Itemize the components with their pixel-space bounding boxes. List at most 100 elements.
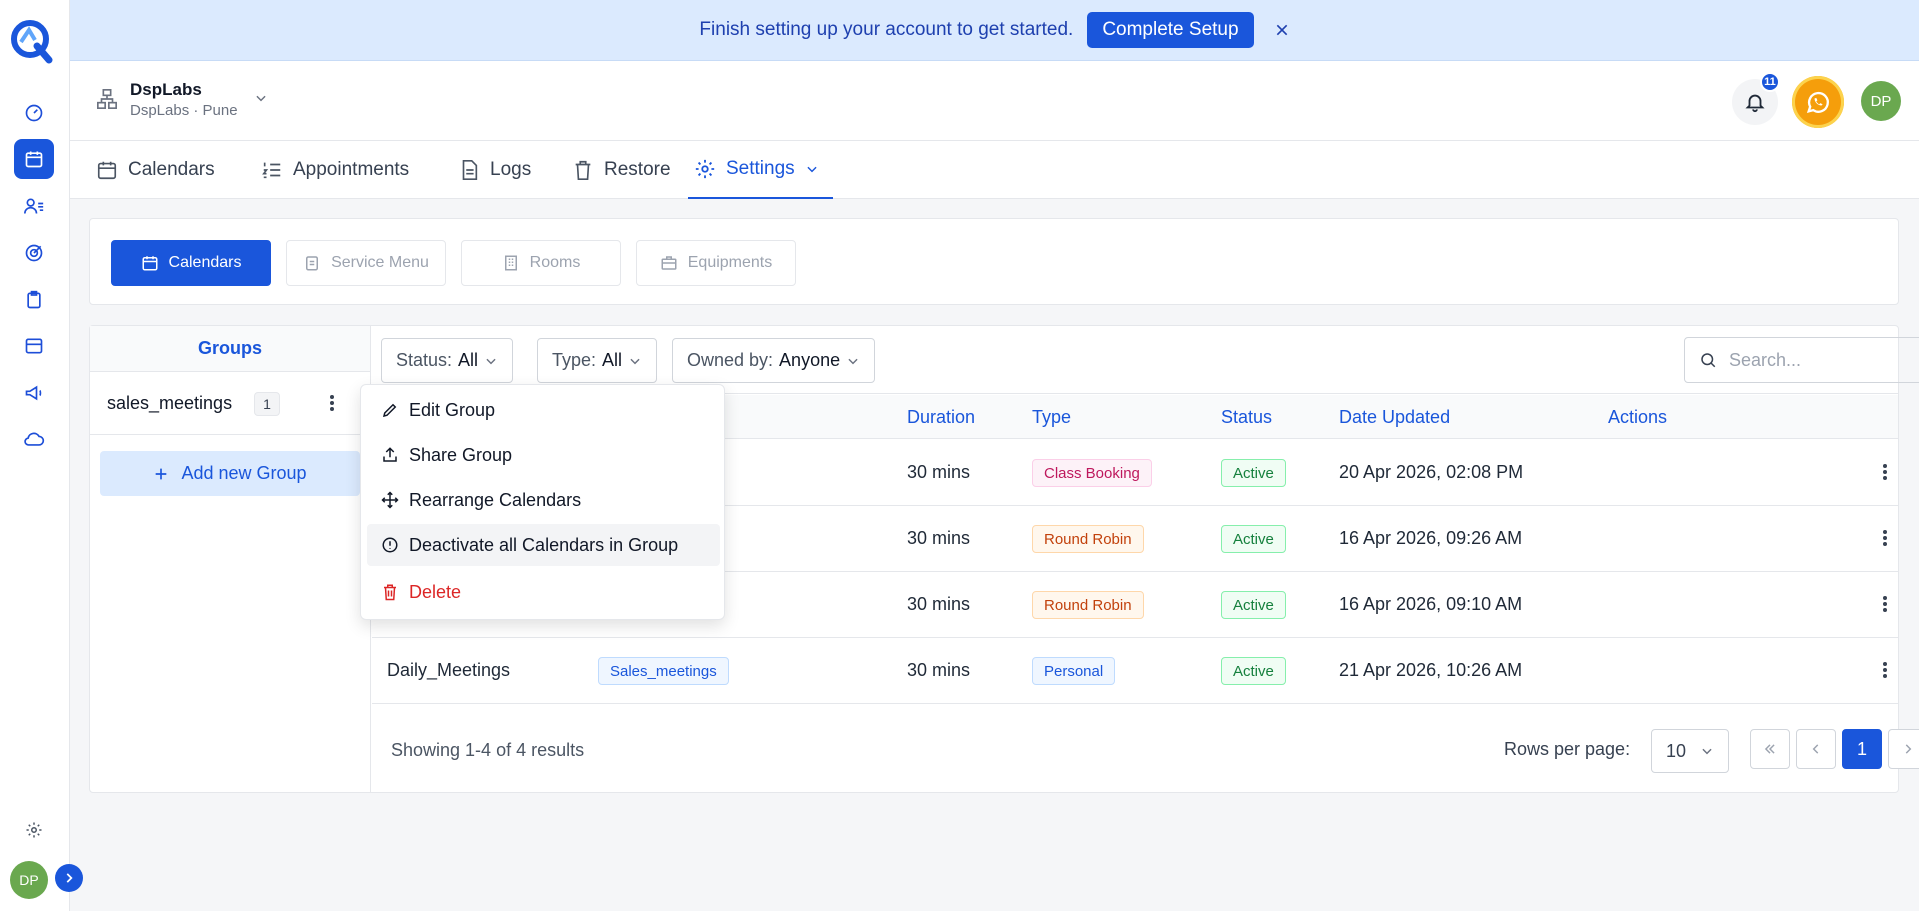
user-avatar[interactable]: DP xyxy=(10,861,48,899)
owner-filter-dropdown[interactable]: Owned by: Anyone xyxy=(672,338,876,383)
tab-logs[interactable]: Logs xyxy=(458,141,531,199)
app-logo-icon[interactable] xyxy=(9,18,55,64)
trash-icon xyxy=(381,583,399,601)
subtab-equipments[interactable]: Equipments xyxy=(636,240,796,286)
prev-page-button[interactable] xyxy=(1796,729,1836,769)
date-cell: 16 Apr 2026, 09:10 AM xyxy=(1339,594,1523,614)
clipboard-icon[interactable] xyxy=(14,280,54,320)
subtab-service-menu[interactable]: Service Menu xyxy=(286,240,446,286)
tab-label: Restore xyxy=(604,159,671,180)
menu-item-deactivate-all[interactable]: Deactivate all Calendars in Group xyxy=(367,524,720,566)
subtab-rooms[interactable]: Rooms xyxy=(461,240,621,286)
tab-label: Appointments xyxy=(293,159,410,180)
search-input[interactable] xyxy=(1729,349,1899,371)
calendar-icon xyxy=(141,254,159,272)
status-badge: Active xyxy=(1221,591,1286,619)
alert-circle-icon xyxy=(381,536,399,554)
org-structure-icon xyxy=(96,88,118,110)
chevron-down-icon xyxy=(628,354,642,368)
group-name: sales_meetings xyxy=(107,393,233,413)
results-count: Showing 1-4 of 4 results xyxy=(391,740,585,760)
settings-gear-icon[interactable] xyxy=(14,810,54,850)
more-vertical-icon[interactable] xyxy=(1882,660,1888,680)
tab-label: Calendars xyxy=(128,159,215,180)
plus-icon xyxy=(153,466,169,482)
duration-cell: 30 mins xyxy=(907,462,971,482)
chevron-down-icon xyxy=(1700,744,1714,758)
calendar-icon xyxy=(96,159,118,181)
inbox-icon[interactable] xyxy=(14,326,54,366)
whatsapp-icon[interactable] xyxy=(1792,76,1844,128)
close-icon[interactable] xyxy=(1274,22,1290,38)
calendar-icon[interactable] xyxy=(14,139,54,179)
cloud-icon[interactable] xyxy=(14,419,54,459)
table-footer: Showing 1-4 of 4 results Rows per page: … xyxy=(372,706,1919,792)
rows-per-page-label: Rows per page: xyxy=(1504,739,1631,759)
group-count-badge: 1 xyxy=(254,392,280,416)
table-row[interactable]: Daily_Meetings Sales_meetings 30 mins Pe… xyxy=(372,638,1898,704)
rows-per-page-select[interactable]: 10 xyxy=(1651,729,1729,773)
col-status[interactable]: Status xyxy=(1221,407,1272,428)
menu-item-rearrange-calendars[interactable]: Rearrange Calendars xyxy=(367,479,720,521)
megaphone-icon[interactable] xyxy=(14,373,54,413)
date-cell: 16 Apr 2026, 09:26 AM xyxy=(1339,528,1523,548)
contacts-icon[interactable] xyxy=(14,186,54,226)
menu-label: Delete xyxy=(409,581,462,602)
tab-restore[interactable]: Restore xyxy=(572,141,671,199)
tab-calendars[interactable]: Calendars xyxy=(96,141,215,199)
first-page-button[interactable] xyxy=(1750,729,1790,769)
filter-value: All xyxy=(458,350,479,370)
group-context-menu: Edit Group Share Group Rearrange Calenda… xyxy=(360,384,725,620)
subtab-label: Service Menu xyxy=(331,254,429,271)
type-filter-dropdown[interactable]: Type: All xyxy=(537,338,658,383)
duration-cell: 30 mins xyxy=(907,528,971,548)
chevron-down-icon xyxy=(484,354,498,368)
gear-icon xyxy=(694,158,716,180)
next-page-button[interactable] xyxy=(1888,729,1919,769)
complete-setup-button[interactable]: Complete Setup xyxy=(1087,12,1254,48)
calendar-name-cell[interactable]: Daily_Meetings xyxy=(387,660,510,681)
org-name[interactable]: DspLabs xyxy=(130,80,202,100)
col-type[interactable]: Type xyxy=(1032,407,1071,428)
menu-item-delete[interactable]: Delete xyxy=(367,571,720,613)
groups-title: Groups xyxy=(90,326,370,372)
page-number-button[interactable]: 1 xyxy=(1842,729,1882,769)
status-badge: Active xyxy=(1221,459,1286,487)
tab-appointments[interactable]: Appointments xyxy=(261,141,409,199)
more-vertical-icon[interactable] xyxy=(1882,462,1888,482)
more-vertical-icon[interactable] xyxy=(1882,528,1888,548)
add-new-group-button[interactable]: Add new Group xyxy=(100,451,360,496)
status-filter-dropdown[interactable]: Status: All xyxy=(381,338,514,383)
chevron-down-icon[interactable] xyxy=(254,91,268,105)
menu-item-edit-group[interactable]: Edit Group xyxy=(367,389,720,431)
more-vertical-icon[interactable] xyxy=(329,393,335,413)
toolbox-icon xyxy=(660,254,678,272)
subtab-label: Calendars xyxy=(168,254,242,271)
subtab-label: Equipments xyxy=(687,254,773,271)
tab-settings[interactable]: Settings xyxy=(688,141,833,199)
col-date-updated[interactable]: Date Updated xyxy=(1339,407,1450,428)
search-box xyxy=(1684,337,1919,383)
more-vertical-icon[interactable] xyxy=(1882,594,1888,614)
trash-icon xyxy=(572,159,594,181)
target-icon[interactable] xyxy=(14,233,54,273)
header-user-avatar[interactable]: DP xyxy=(1861,81,1901,121)
settings-subtabs-card: Calendars Service Menu Rooms Equipments xyxy=(89,218,1899,305)
type-badge: Round Robin xyxy=(1032,591,1144,619)
menu-item-share-group[interactable]: Share Group xyxy=(367,434,720,476)
col-duration[interactable]: Duration xyxy=(907,407,975,428)
clipboard-icon xyxy=(303,254,321,272)
expand-sidebar-chevron-icon[interactable] xyxy=(55,864,83,892)
subtab-calendars[interactable]: Calendars xyxy=(111,240,271,286)
move-arrows-icon xyxy=(381,491,399,509)
menu-label: Deactivate all Calendars in Group xyxy=(409,534,679,555)
menu-label: Rearrange Calendars xyxy=(409,489,582,510)
add-group-label: Add new Group xyxy=(181,463,307,483)
tab-label: Settings xyxy=(726,158,795,179)
chevron-down-icon xyxy=(805,162,819,176)
search-icon xyxy=(1699,351,1717,369)
dashboard-icon[interactable] xyxy=(14,93,54,133)
date-cell: 20 Apr 2026, 02:08 PM xyxy=(1339,462,1524,482)
chevron-right-icon xyxy=(1905,744,1912,754)
group-item[interactable]: sales_meetings 1 xyxy=(90,373,370,435)
